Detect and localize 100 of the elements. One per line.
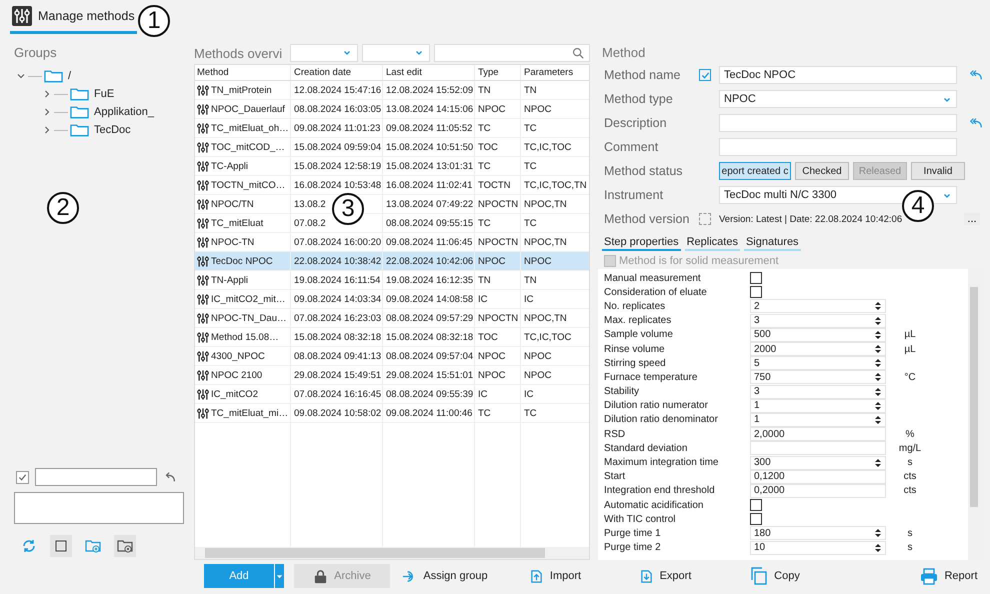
folder-remove-icon[interactable] [114, 535, 136, 557]
method-row[interactable]: TC_mitEluat_oh… 09.08.2024 11:01:23 09.08.2024 11:05:52 TC TC [195, 119, 589, 138]
spinner-icon[interactable] [875, 386, 881, 397]
column-header[interactable]: Parameters [521, 65, 589, 80]
column-header[interactable]: Type [475, 65, 521, 80]
method-row[interactable]: NPOC_Dauerlauf 08.08.2024 16:03:05 13.08.2024 14:15:06 NPOC NPOC [195, 100, 589, 119]
method-row[interactable]: NPOC 2100 29.08.2024 15:49:51 29.08.2024 15:51:01 NPOC NPOC [195, 366, 589, 385]
value-field[interactable]: 0,1200 [750, 470, 886, 484]
group-description-field[interactable] [14, 492, 184, 524]
spin-field[interactable]: 3 [750, 314, 886, 328]
spin-field[interactable]: 180 [750, 526, 886, 540]
add-menu-button[interactable] [274, 564, 284, 588]
step-tab[interactable]: Signatures [744, 235, 801, 251]
method-row[interactable]: 4300_NPOC 08.08.2024 09:41:13 08.08.2024 09:57:04 NPOC NPOC [195, 347, 589, 366]
value-field[interactable]: 0,2000 [750, 484, 886, 498]
action-button[interactable]: Copy [720, 564, 830, 588]
chevron-icon[interactable] [42, 125, 52, 135]
method-row[interactable]: TOCTN_mitCO… 16.08.2024 10:53:48 16.08.2024 11:02:41 TOCTN TC,IC,TOC,TN [195, 176, 589, 195]
step-tab[interactable]: Replicates [684, 235, 740, 251]
filter-checkbox[interactable] [16, 470, 29, 484]
step-tab[interactable]: Step properties [602, 235, 681, 251]
tree-item[interactable]: FuE [94, 88, 114, 100]
spin-field[interactable]: 5 [750, 356, 886, 370]
undo-icon[interactable] [969, 116, 983, 130]
group-name-field[interactable] [35, 468, 157, 486]
manage-methods-tab[interactable]: Manage methods [10, 6, 137, 34]
spinner-icon[interactable] [875, 528, 881, 538]
spin-field[interactable]: 500 [750, 328, 886, 342]
property-checkbox[interactable] [750, 513, 762, 526]
spinner-icon[interactable] [875, 542, 881, 553]
spinner-icon[interactable] [875, 316, 881, 326]
spinner-icon[interactable] [875, 301, 881, 312]
overview-title: Methods overvi [194, 44, 284, 62]
method-row[interactable]: TC_mitEluat_mi… 09.08.2024 10:58:02 09.08.2024 11:00:46 TC TC [195, 404, 589, 423]
column-header[interactable]: Last edit [383, 65, 475, 80]
unit-label: s [906, 542, 914, 554]
method-row[interactable]: NPOC-TN_Dau… 07.08.2024 16:23:03 08.08.2024 09:57:29 NPOCTN NPOC,TN [195, 309, 589, 328]
property-checkbox[interactable] [750, 286, 762, 298]
spinner-icon[interactable] [875, 400, 881, 411]
spinner-icon[interactable] [875, 344, 881, 354]
method-row[interactable]: TOC_mitCOD_… 15.08.2024 09:59:04 15.08.2024 10:51:50 TOC TC,IC,TOC [195, 138, 589, 157]
column-header[interactable]: Method [195, 65, 291, 80]
table-cell: 07.08.2024 16:23:03 [291, 309, 383, 327]
column-header[interactable]: Creation date [291, 65, 383, 80]
spinner-icon[interactable] [875, 414, 881, 425]
undo-icon[interactable] [163, 470, 177, 484]
spinner-icon[interactable] [875, 372, 881, 382]
method-name-field[interactable]: TecDoc NPOC [719, 66, 957, 84]
spin-field[interactable]: 1 [750, 412, 886, 427]
search-field[interactable] [434, 44, 590, 62]
solid-label: Method is for solid measurement [619, 255, 779, 267]
tree-item[interactable]: Applikation_ [94, 106, 154, 118]
chevron-icon[interactable] [42, 107, 52, 117]
spin-field[interactable]: 300 [750, 456, 886, 470]
printer-icon [920, 567, 938, 585]
property-checkbox[interactable] [750, 272, 762, 284]
spin-field[interactable]: 750 [750, 370, 886, 384]
tree-item[interactable]: / [68, 70, 72, 82]
chevron-icon[interactable] [42, 89, 52, 99]
chevron-icon[interactable] [16, 71, 26, 81]
spin-field[interactable]: 2 [750, 299, 886, 314]
tree-item[interactable]: TecDoc [94, 124, 131, 136]
spinner-icon[interactable] [875, 458, 881, 468]
method-row[interactable]: IC_mitCO2_mit… 09.08.2024 14:03:34 09.08.2024 14:08:58 IC IC [195, 290, 589, 309]
property-checkbox[interactable] [750, 499, 762, 512]
action-button[interactable]: Report [914, 564, 984, 588]
action-button[interactable]: Export [610, 564, 720, 588]
method-name-checkbox[interactable] [699, 69, 711, 81]
action-button[interactable]: Assign group [390, 564, 500, 588]
method-row[interactable]: IC_mitCO2 07.08.2024 16:16:45 08.08.2024 09:55:39 IC IC [195, 385, 589, 404]
method-row[interactable]: TC-Appli 15.08.2024 12:58:19 15.08.2024 13:01:31 TC TC [195, 157, 589, 176]
spin-field[interactable]: 3 [750, 384, 886, 399]
spin-field[interactable]: 2000 [750, 342, 886, 356]
comment-field[interactable] [719, 138, 957, 156]
export-icon [638, 568, 654, 584]
method-row[interactable]: TN_mitProtein 12.08.2024 15:47:16 12.08.2024 15:52:09 TN TN [195, 81, 589, 100]
horizontal-scrollbar[interactable] [195, 547, 589, 559]
status-button[interactable]: eport created c [719, 162, 791, 180]
table-cell-text: NPOC,TN [523, 198, 568, 212]
status-button[interactable]: Invalid [911, 162, 965, 180]
spinner-icon[interactable] [875, 330, 881, 340]
more-button[interactable]: ... [964, 213, 980, 225]
value-field[interactable] [750, 441, 886, 456]
method-name: NPOC-TN [211, 236, 254, 248]
method-row[interactable]: TN-Appli 19.08.2024 16:11:54 19.08.2024 16:12:35 TN TN [195, 271, 589, 290]
method-row[interactable]: Method 15.08… 15.08.2024 08:32:18 15.08.2024 08:32:18 TOC TC,IC,TOC [195, 328, 589, 347]
method-version-checkbox[interactable] [699, 213, 711, 225]
undo-icon[interactable] [969, 68, 983, 82]
status-button[interactable]: Checked [795, 162, 849, 180]
action-button[interactable]: Import [500, 564, 610, 588]
method-type-dropdown[interactable]: NPOC [719, 90, 957, 108]
spin-field[interactable]: 10 [750, 540, 886, 555]
sliders-icon [197, 84, 209, 96]
value-field[interactable]: 2,0000 [750, 427, 886, 442]
spinner-icon[interactable] [875, 358, 881, 368]
description-field[interactable] [719, 114, 957, 132]
checkbox-icon[interactable] [50, 535, 72, 557]
spin-field[interactable]: 1 [750, 398, 886, 413]
method-name: NPOC/TN [211, 198, 254, 210]
method-row[interactable]: TecDoc NPOC 22.08.2024 10:38:42 22.08.2024 10:42:06 NPOC NPOC [195, 252, 589, 271]
